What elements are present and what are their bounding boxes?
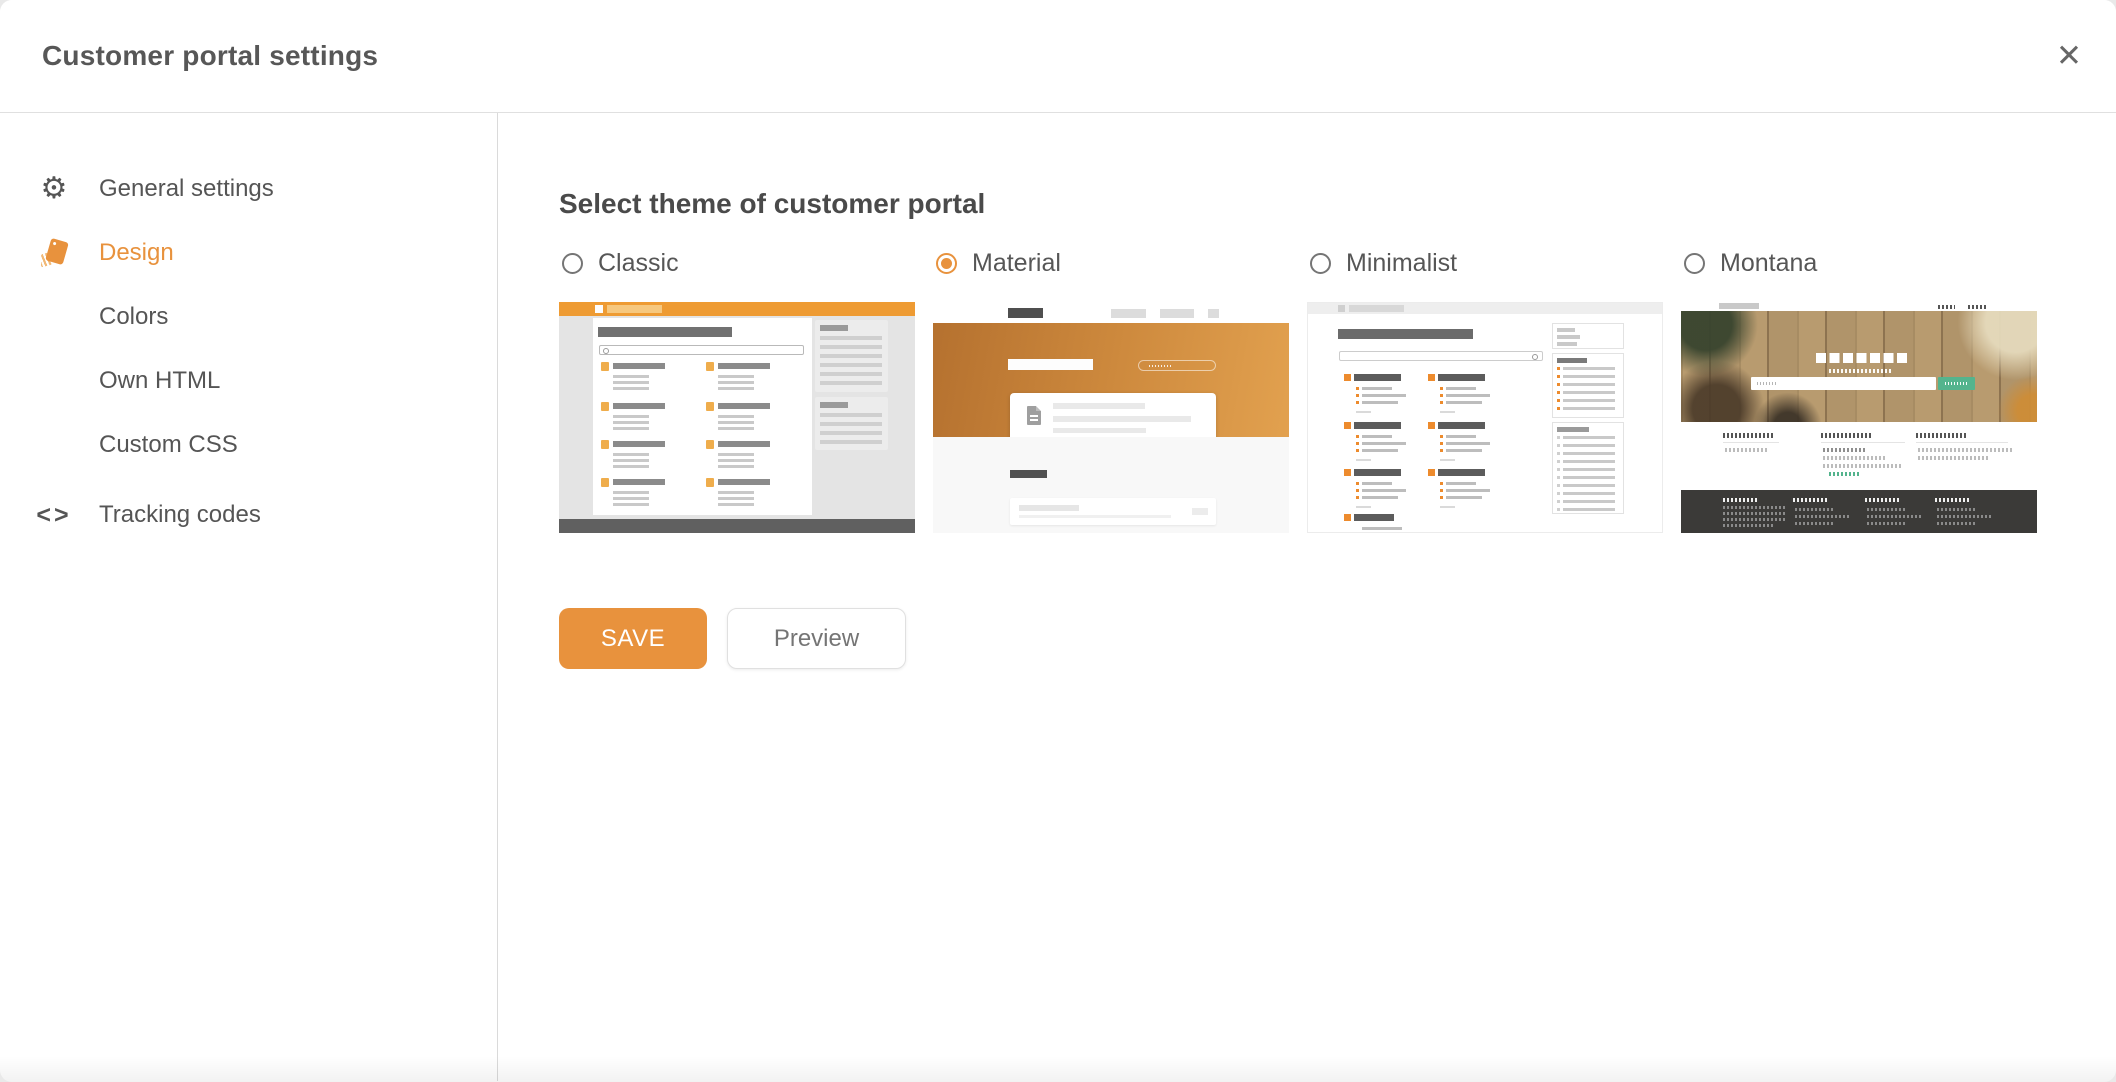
theme-option-classic: Classic bbox=[559, 251, 915, 533]
montana-thumb-navbar bbox=[1681, 302, 2037, 311]
document-icon bbox=[1027, 406, 1041, 425]
classic-thumb-footer bbox=[559, 519, 915, 533]
montana-thumb-search bbox=[1751, 377, 1936, 390]
design-settings-panel: Select theme of customer portal Classic bbox=[498, 113, 2116, 1081]
sidebar-item-custom-css[interactable]: Custom CSS bbox=[0, 413, 497, 477]
minimalist-thumb-widget bbox=[1552, 323, 1624, 349]
montana-thumb-footer bbox=[1681, 490, 2037, 533]
classic-thumb-title-bar bbox=[598, 327, 732, 337]
minimalist-thumb-widget bbox=[1552, 353, 1624, 418]
sidebar-item-tracking-codes[interactable]: <> Tracking codes bbox=[0, 483, 497, 547]
preview-button[interactable]: Preview bbox=[727, 608, 906, 669]
material-thumb-navbar bbox=[933, 302, 1289, 323]
sidebar-item-label: Custom CSS bbox=[99, 431, 238, 458]
montana-thumb-search-button bbox=[1938, 377, 1975, 390]
dialog-body: ⚙ General settings Design Colors Own HTM… bbox=[0, 113, 2116, 1081]
save-button[interactable]: SAVE bbox=[559, 608, 707, 669]
customer-portal-settings-dialog: Customer portal settings ✕ ⚙ General set… bbox=[0, 0, 2116, 1082]
theme-radio-classic[interactable]: Classic bbox=[559, 251, 915, 276]
classic-thumb-panel bbox=[593, 318, 812, 515]
section-heading: Select theme of customer portal bbox=[559, 189, 2116, 219]
theme-thumbnail-montana[interactable] bbox=[1681, 302, 2037, 533]
sidebar-item-own-html[interactable]: Own HTML bbox=[0, 349, 497, 413]
sidebar-item-colors[interactable]: Colors bbox=[0, 285, 497, 349]
classic-thumb-search bbox=[599, 345, 804, 355]
sidebar-item-label: Tracking codes bbox=[99, 501, 261, 528]
theme-label: Classic bbox=[598, 249, 679, 278]
theme-radio-material[interactable]: Material bbox=[933, 251, 1289, 276]
theme-thumbnail-material[interactable] bbox=[933, 302, 1289, 533]
theme-options: Classic bbox=[559, 251, 2116, 533]
dialog-header: Customer portal settings ✕ bbox=[0, 0, 2116, 113]
code-icon: <> bbox=[38, 483, 70, 547]
radio-material-icon[interactable] bbox=[936, 253, 957, 274]
radio-classic-icon[interactable] bbox=[562, 253, 583, 274]
sidebar-item-general-settings[interactable]: ⚙ General settings bbox=[0, 157, 497, 221]
theme-radio-minimalist[interactable]: Minimalist bbox=[1307, 251, 1663, 276]
gear-icon: ⚙ bbox=[38, 157, 70, 221]
theme-thumbnail-classic[interactable] bbox=[559, 302, 915, 533]
theme-label: Material bbox=[972, 249, 1061, 278]
material-thumb-search bbox=[1138, 360, 1216, 371]
minimalist-thumb-topbar bbox=[1308, 303, 1662, 314]
radio-montana-icon[interactable] bbox=[1684, 253, 1705, 274]
montana-thumb-links-section bbox=[1681, 422, 2037, 490]
theme-option-minimalist: Minimalist bbox=[1307, 251, 1663, 533]
theme-option-material: Material bbox=[933, 251, 1289, 533]
classic-thumb-topbar bbox=[559, 302, 915, 316]
form-actions: SAVE Preview bbox=[559, 608, 2116, 669]
minimalist-thumb-title-bar bbox=[1338, 329, 1473, 339]
page-title: Customer portal settings bbox=[42, 40, 378, 72]
sidebar-nav: ⚙ General settings Design Colors Own HTM… bbox=[0, 157, 497, 547]
theme-thumbnail-minimalist[interactable] bbox=[1307, 302, 1663, 533]
close-button[interactable]: ✕ bbox=[2044, 31, 2094, 81]
material-thumb-section bbox=[933, 437, 1289, 533]
theme-radio-montana[interactable]: Montana bbox=[1681, 251, 2037, 276]
minimalist-thumb-widget bbox=[1552, 422, 1624, 514]
design-swatch-icon bbox=[38, 221, 70, 285]
sidebar-item-design[interactable]: Design bbox=[0, 221, 497, 285]
minimalist-thumb-search bbox=[1339, 351, 1543, 361]
radio-minimalist-icon[interactable] bbox=[1310, 253, 1331, 274]
montana-thumb-hero-photo bbox=[1681, 311, 2037, 422]
classic-thumb-widget bbox=[815, 320, 888, 392]
sidebar-item-label: General settings bbox=[99, 175, 274, 202]
theme-label: Minimalist bbox=[1346, 249, 1457, 278]
sidebar-item-label: Own HTML bbox=[99, 367, 220, 394]
montana-thumb-title-blocks bbox=[1816, 353, 1908, 363]
theme-label: Montana bbox=[1720, 249, 1817, 278]
sidebar-item-label: Design bbox=[99, 239, 174, 266]
classic-thumb-widget bbox=[815, 397, 888, 450]
settings-sidebar: ⚙ General settings Design Colors Own HTM… bbox=[0, 113, 498, 1081]
theme-option-montana: Montana bbox=[1681, 251, 2037, 533]
sidebar-item-label: Colors bbox=[99, 303, 168, 330]
